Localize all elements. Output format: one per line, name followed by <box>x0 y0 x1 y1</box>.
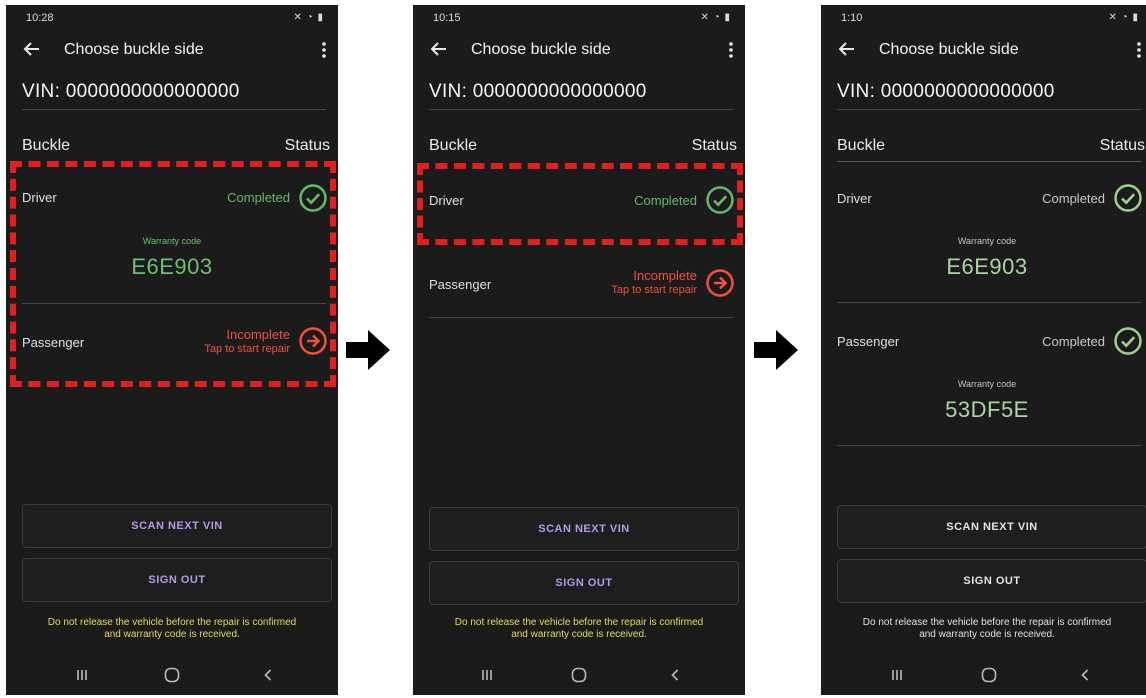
more-vert-icon[interactable] <box>725 39 737 61</box>
notice-line-1: Do not release the vehicle before the re… <box>47 617 297 628</box>
passenger-status: Completed <box>1042 334 1105 349</box>
phone-screen-2: 10:15 ✕ ◔ ▮ Choose buckle side VIN: 0000… <box>413 5 745 695</box>
nav-bar <box>821 657 1146 695</box>
status-bar: 1:10 ✕ ◔ ▮ <box>821 5 1146 31</box>
page-title: Choose buckle side <box>64 41 204 58</box>
status-icons: ✕ ◔ ▮ <box>1108 12 1139 23</box>
status-time: 10:15 <box>433 12 461 24</box>
vin-label: VIN: 0000000000000000 <box>837 81 1055 102</box>
arrow-circle-right-icon[interactable] <box>705 268 735 298</box>
home-icon[interactable] <box>979 665 999 685</box>
recents-icon[interactable] <box>477 665 497 685</box>
back-nav-icon[interactable] <box>665 665 685 685</box>
column-header-buckle: Buckle <box>837 137 886 154</box>
page-title: Choose buckle side <box>879 41 1019 58</box>
flow-arrow-icon <box>346 330 390 370</box>
check-circle-icon <box>1114 327 1142 355</box>
divider <box>837 109 1141 110</box>
scan-next-vin-button[interactable]: SCAN NEXT VIN <box>429 507 739 551</box>
column-header-status: Status <box>1099 137 1145 154</box>
status-time: 1:10 <box>841 12 863 24</box>
column-header-status: Status <box>284 137 330 154</box>
notice-line-2: and warranty code is received. <box>919 629 1055 640</box>
warranty-code-value: 53DF5E <box>945 397 1029 422</box>
phone-screen-3: 1:10 ✕ ◔ ▮ Choose buckle side VIN: 00000… <box>821 5 1146 695</box>
phone-screen-1: 10:28 ✕ ◔ ▮ Choose buckle side VIN: 0000… <box>6 5 338 695</box>
app-bar: Choose buckle side <box>413 35 745 69</box>
home-icon[interactable] <box>569 665 589 685</box>
status-icons: ✕ ◔ ▮ <box>293 12 324 23</box>
vin-label: VIN: 0000000000000000 <box>429 81 647 102</box>
nav-bar <box>6 657 338 695</box>
check-circle-icon <box>1114 184 1142 212</box>
recents-icon[interactable] <box>72 665 92 685</box>
driver-label: Driver <box>837 191 872 206</box>
more-vert-icon[interactable] <box>1133 39 1145 61</box>
column-header-buckle: Buckle <box>429 137 478 154</box>
status-icons: ✕ ◔ ▮ <box>700 12 731 23</box>
recents-icon[interactable] <box>887 665 907 685</box>
divider <box>22 109 326 110</box>
sign-out-button[interactable]: SIGN OUT <box>837 559 1146 603</box>
app-bar: Choose buckle side <box>6 35 338 69</box>
nav-bar <box>413 657 745 695</box>
driver-status: Completed <box>1042 191 1105 206</box>
divider <box>837 302 1141 303</box>
release-notice: Do not release the vehicle before the re… <box>827 617 1146 641</box>
vin-label: VIN: 0000000000000000 <box>22 81 240 102</box>
column-header-buckle: Buckle <box>22 137 71 154</box>
sign-out-button[interactable]: SIGN OUT <box>22 558 332 602</box>
status-bar: 10:28 ✕ ◔ ▮ <box>6 5 338 31</box>
release-notice: Do not release the vehicle before the re… <box>419 617 739 641</box>
passenger-label: Passenger <box>837 334 900 349</box>
flow-arrow-icon <box>754 330 798 370</box>
back-arrow-icon[interactable] <box>835 37 859 61</box>
home-icon[interactable] <box>162 665 182 685</box>
page-title: Choose buckle side <box>471 41 611 58</box>
notice-line-2: and warranty code is received. <box>104 629 240 640</box>
divider <box>837 445 1141 446</box>
release-notice: Do not release the vehicle before the re… <box>12 617 332 641</box>
status-time: 10:28 <box>26 12 54 24</box>
status-bar: 10:15 ✕ ◔ ▮ <box>413 5 745 31</box>
column-header-status: Status <box>691 137 737 154</box>
notice-line-2: and warranty code is received. <box>511 629 647 640</box>
warranty-code-label: Warranty code <box>957 379 1017 389</box>
scan-next-vin-button[interactable]: SCAN NEXT VIN <box>837 505 1146 549</box>
highlight-box <box>10 161 336 387</box>
back-arrow-icon[interactable] <box>427 37 451 61</box>
app-bar: Choose buckle side <box>821 35 1146 69</box>
passenger-status-text: Incomplete <box>633 268 697 283</box>
divider <box>837 161 1141 162</box>
more-vert-icon[interactable] <box>318 39 330 61</box>
scan-next-vin-button[interactable]: SCAN NEXT VIN <box>22 504 332 548</box>
passenger-status: Incomplete Tap to start repair <box>611 268 697 298</box>
back-nav-icon[interactable] <box>1075 665 1095 685</box>
passenger-label: Passenger <box>429 277 492 292</box>
notice-line-1: Do not release the vehicle before the re… <box>454 617 704 628</box>
sign-out-button[interactable]: SIGN OUT <box>429 561 739 605</box>
back-arrow-icon[interactable] <box>20 37 44 61</box>
notice-line-1: Do not release the vehicle before the re… <box>862 617 1112 628</box>
warranty-code-label: Warranty code <box>957 236 1017 246</box>
passenger-status-sub: Tap to start repair <box>611 284 697 296</box>
back-nav-icon[interactable] <box>258 665 278 685</box>
divider <box>429 317 733 318</box>
highlight-box <box>417 163 743 245</box>
warranty-code-value: E6E903 <box>946 254 1028 279</box>
divider <box>429 109 733 110</box>
